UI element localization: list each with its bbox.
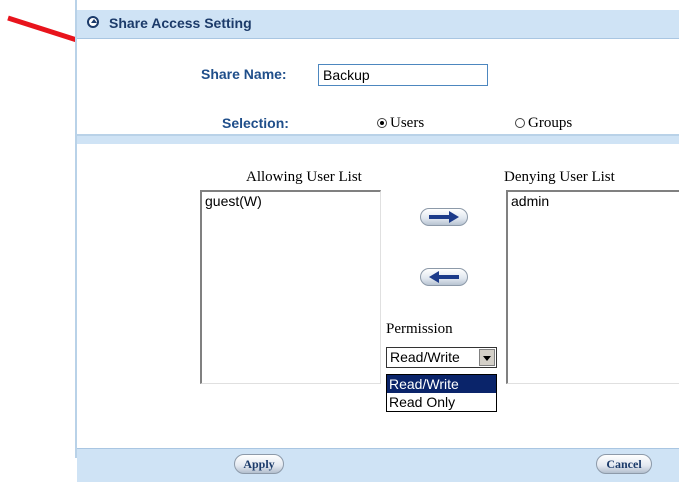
denying-list-title: Denying User List xyxy=(504,169,615,185)
selection-label: Selection: xyxy=(222,115,289,131)
permission-dropdown-list[interactable]: Read/Write Read Only xyxy=(386,374,497,412)
apply-button[interactable]: Apply xyxy=(234,454,284,474)
dropdown-arrow-icon[interactable] xyxy=(479,349,495,366)
users-radio-label: Users xyxy=(390,115,425,131)
panel-footer: Apply Cancel xyxy=(77,448,679,482)
share-name-input[interactable] xyxy=(318,64,488,86)
panel-title: Share Access Setting xyxy=(109,15,252,31)
permission-option-read-write[interactable]: Read/Write xyxy=(387,375,496,393)
groups-radio-label: Groups xyxy=(528,115,573,131)
move-left-button[interactable] xyxy=(420,268,468,286)
groups-radio[interactable] xyxy=(515,118,525,128)
allowing-user-list[interactable]: guest(W) xyxy=(200,190,381,384)
arrow-right-icon xyxy=(429,211,459,223)
permission-label: Permission xyxy=(386,321,453,337)
list-item[interactable]: admin xyxy=(508,192,679,210)
section-divider xyxy=(77,136,679,144)
allowing-list-title: Allowing User List xyxy=(246,169,362,185)
move-right-button[interactable] xyxy=(420,208,468,226)
denying-user-list[interactable]: admin xyxy=(506,190,679,384)
users-radio[interactable] xyxy=(377,118,387,128)
permission-select[interactable]: Read/Write xyxy=(386,347,497,368)
permission-option-read-only[interactable]: Read Only xyxy=(387,393,496,411)
cancel-button[interactable]: Cancel xyxy=(596,454,652,474)
share-name-label: Share Name: xyxy=(201,66,287,82)
permission-selected-value: Read/Write xyxy=(390,349,460,365)
arrow-left-icon xyxy=(429,271,459,283)
list-item[interactable]: guest(W) xyxy=(202,192,380,210)
panel-header: Share Access Setting xyxy=(77,10,679,39)
collapse-circle-icon[interactable] xyxy=(87,16,99,28)
